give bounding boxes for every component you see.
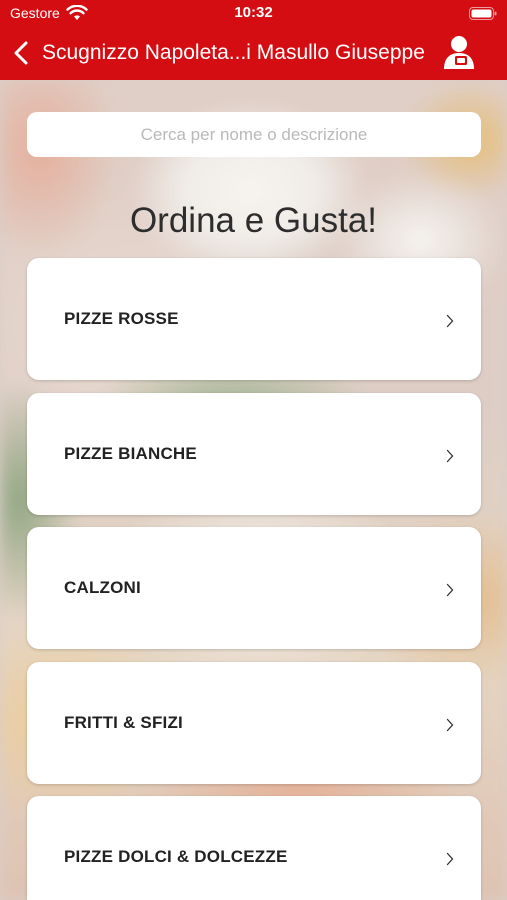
category-label: CALZONI <box>64 578 141 597</box>
back-chevron-icon[interactable] <box>12 40 30 66</box>
search-input[interactable] <box>27 112 481 157</box>
chevron-right-icon <box>446 718 454 731</box>
category-card-calzoni[interactable]: CALZONI <box>27 527 481 649</box>
status-bar: Gestore 10:32 <box>0 0 507 28</box>
category-label: PIZZE BIANCHE <box>64 443 197 463</box>
app-screen: Gestore 10:32 Scugnizzo Napoleta...i Mas… <box>0 0 507 900</box>
category-label: PIZZE DOLCI & DOLCEZZE <box>64 847 288 866</box>
chevron-right-icon <box>446 449 454 462</box>
user-profile-icon[interactable] <box>441 34 477 70</box>
category-card-pizze-dolci[interactable]: PIZZE DOLCI & DOLCEZZE <box>27 796 481 900</box>
header: Gestore 10:32 Scugnizzo Napoleta...i Mas… <box>0 0 507 80</box>
category-card-pizze-bianche[interactable]: PIZZE BIANCHE <box>27 392 481 515</box>
category-label: PIZZE ROSSE <box>64 309 179 328</box>
category-label: FRITTI & SFIZI <box>64 712 183 732</box>
page-title: Ordina e Gusta! <box>129 201 378 240</box>
chevron-right-icon <box>446 583 454 597</box>
battery-icon <box>469 7 497 20</box>
chevron-right-icon <box>446 852 454 866</box>
chevron-right-icon <box>446 314 454 328</box>
status-time: 10:32 <box>234 4 273 21</box>
category-list: PIZZE ROSSE PIZZE BIANCHE CALZONI FRITTI… <box>27 258 481 900</box>
category-card-pizze-rosse[interactable]: PIZZE ROSSE <box>27 258 481 380</box>
navigation-bar: Scugnizzo Napoleta...i Masullo Giuseppe <box>0 30 507 78</box>
category-card-fritti-sfizi[interactable]: FRITTI & SFIZI <box>27 661 481 784</box>
nav-title: Scugnizzo Napoleta...i Masullo Giuseppe <box>42 41 425 64</box>
